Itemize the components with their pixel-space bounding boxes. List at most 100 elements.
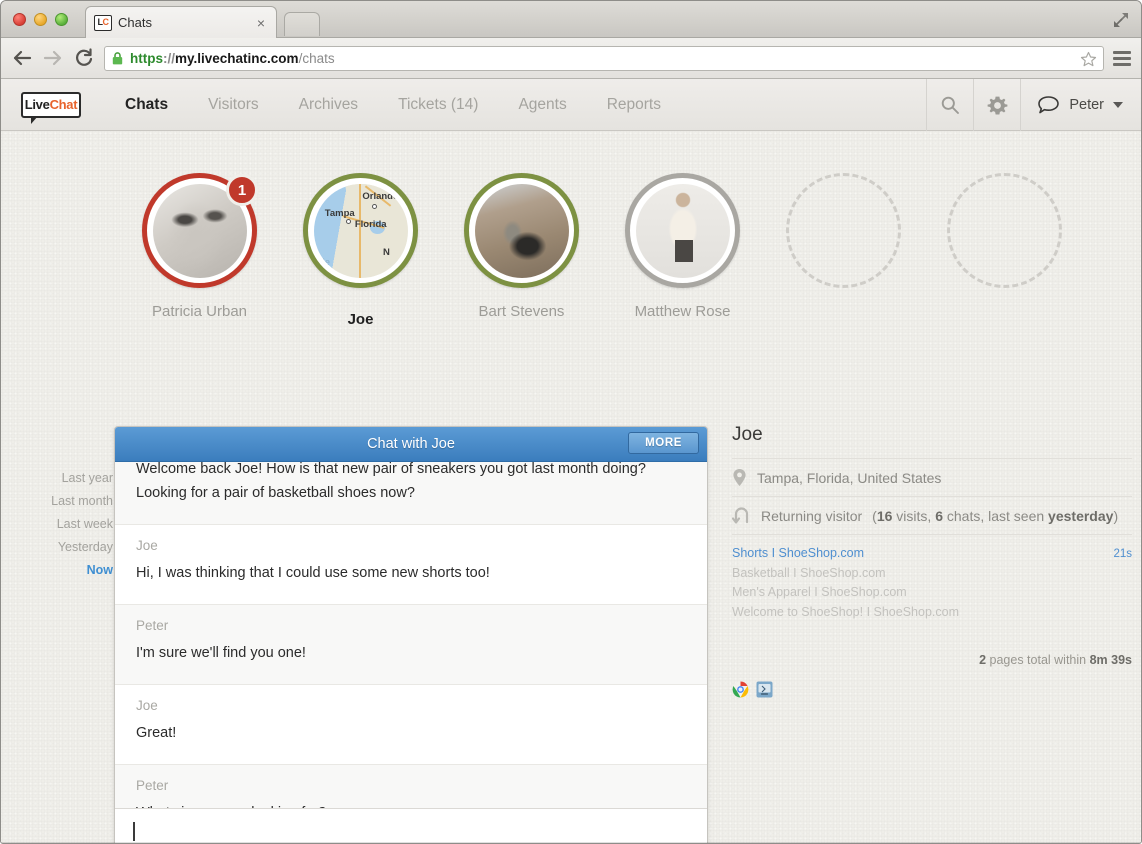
chat-message: Welcome back Joe! How is that new pair o…	[115, 462, 707, 525]
bookmark-star-icon[interactable]	[1080, 51, 1097, 68]
list-item[interactable]: Basketball I ShoeShop.com	[732, 564, 1132, 583]
chat-message-author: Joe	[136, 697, 158, 713]
chat-window-header: Chat with Joe MORE	[115, 427, 707, 462]
pages-total-count: 2	[979, 652, 987, 667]
new-tab-button[interactable]	[284, 12, 320, 36]
nav-right-group: Peter	[926, 79, 1141, 131]
active-chats-avatar-row: 1 Patricia Urban Orlando Tampa Florida N…	[1, 131, 1141, 328]
chat-timeline-labels: Last year Last month Last week Yesterday…	[23, 471, 113, 577]
minimize-window-button[interactable]	[34, 13, 47, 26]
more-button[interactable]: MORE	[628, 432, 699, 454]
window-resize-icon[interactable]	[1111, 10, 1131, 30]
avatar-name: Bart Stevens	[478, 303, 565, 320]
settings-button[interactable]	[973, 79, 1020, 131]
timeline-label-yesterday[interactable]: Yesterday	[58, 540, 113, 554]
chat-window: Chat with Joe MORE Welcome back Joe! How…	[114, 426, 708, 843]
chat-message-author: Peter	[136, 777, 169, 793]
chat-message: Peter What size are we looking for?	[115, 764, 707, 808]
chat-message-author: Peter	[136, 617, 169, 633]
browser-tab-chats[interactable]: LC Chats ×	[85, 6, 277, 38]
gear-icon	[987, 96, 1008, 114]
tab-close-icon[interactable]: ×	[254, 15, 268, 31]
map-label-southwest: ple	[316, 256, 331, 268]
empty-chat-slot	[947, 173, 1062, 288]
visitor-name: Joe	[732, 424, 763, 445]
avatar-ring	[625, 173, 740, 288]
chat-message-text: Great!	[136, 724, 177, 741]
list-item[interactable]: Men's Apparel I ShoeShop.com	[732, 583, 1132, 602]
location-pin-icon	[733, 469, 746, 486]
timeline-label-now[interactable]: Now	[87, 563, 113, 577]
nav-item-chats[interactable]: Chats	[105, 79, 188, 131]
avatar	[471, 180, 572, 281]
chat-message-text-line2: Looking for a pair of basketball shoes n…	[136, 484, 415, 501]
returning-visitor-detail: (16 visits, 6 chats, last seen yesterday…	[872, 507, 1119, 524]
search-icon	[942, 96, 960, 114]
search-button[interactable]	[926, 79, 973, 131]
page-name: Men's Apparel I ShoeShop.com	[732, 585, 907, 600]
browser-toolbar: https://my.livechatinc.com/chats	[1, 38, 1141, 79]
user-name: Peter	[1069, 97, 1104, 113]
https-lock-icon	[112, 51, 123, 64]
timeline-label-last-year[interactable]: Last year	[62, 471, 113, 485]
avatar-ring: Orlando Tampa Florida N ple	[303, 173, 418, 288]
address-bar[interactable]: https://my.livechatinc.com/chats	[104, 45, 1104, 71]
url-scheme: https	[130, 50, 163, 66]
tab-strip: LC Chats ×	[1, 1, 1141, 38]
timeline-label-last-week[interactable]: Last week	[57, 517, 113, 531]
page-name: Welcome to ShoeShop! I ShoeShop.com	[732, 604, 959, 619]
chat-message: Joe Hi, I was thinking that I could use …	[115, 524, 707, 605]
list-item[interactable]: Shorts I ShoeShop.com 21s	[732, 544, 1132, 564]
avatar-name: Joe	[347, 311, 374, 328]
livechat-logo[interactable]: Live Chat	[21, 91, 81, 124]
unread-badge: 1	[226, 174, 258, 206]
nav-item-visitors[interactable]: Visitors	[188, 79, 279, 131]
nav-item-reports[interactable]: Reports	[587, 79, 681, 131]
map-label-naples: N	[383, 247, 390, 259]
avatar-slot-matthew-rose[interactable]: Matthew Rose	[602, 173, 763, 320]
browser-menu-button[interactable]	[1113, 47, 1131, 69]
maximize-window-button[interactable]	[55, 13, 68, 26]
nav-item-archives[interactable]: Archives	[279, 79, 378, 131]
avatar: Orlando Tampa Florida N ple	[310, 180, 411, 281]
back-button[interactable]	[11, 47, 33, 69]
visits-count: 16	[876, 507, 893, 524]
avatar	[632, 180, 733, 281]
chat-message-list: Welcome back Joe! How is that new pair o…	[115, 462, 707, 808]
forward-button[interactable]	[42, 47, 64, 69]
avatar-slot-patricia-urban[interactable]: 1 Patricia Urban	[119, 173, 280, 320]
map-label-orlando: Orlando	[362, 191, 399, 203]
chat-message-text: Hi, I was thinking that I could use some…	[136, 564, 490, 581]
page-content: Live Chat Chats Visitors Archives Tickets…	[1, 79, 1141, 843]
avatar-slot-joe[interactable]: Orlando Tampa Florida N ple Joe	[280, 173, 441, 328]
url-separator: ://	[163, 50, 175, 66]
user-menu[interactable]: Peter	[1020, 79, 1141, 131]
return-arrow-icon	[732, 507, 749, 524]
visitor-location: Tampa, Florida, United States	[757, 469, 942, 486]
list-item[interactable]: Welcome to ShoeShop! I ShoeShop.com	[732, 603, 1132, 622]
reload-button[interactable]	[73, 47, 95, 69]
avatar-name: Matthew Rose	[634, 303, 731, 320]
page-bottom-edge	[1, 842, 1141, 843]
visitor-tech-icons	[732, 681, 1132, 698]
close-window-button[interactable]	[13, 13, 26, 26]
timeline-label-last-month[interactable]: Last month	[51, 494, 113, 508]
avatar-name: Patricia Urban	[151, 303, 248, 320]
avatar-slot-bart-stevens[interactable]: Bart Stevens	[441, 173, 602, 320]
chat-window-title: Chat with Joe	[367, 436, 455, 452]
avatar-ring	[464, 173, 579, 288]
message-input[interactable]	[115, 808, 707, 843]
url-host: my.livechatinc.com	[175, 50, 299, 66]
pages-total-summary: 2 pages total within 8m 39s	[979, 652, 1132, 667]
empty-chat-slot	[786, 173, 901, 288]
nav-item-agents[interactable]: Agents	[498, 79, 586, 131]
text-cursor	[133, 822, 135, 841]
mac-os-icon	[756, 681, 773, 698]
chat-message: Joe Great!	[115, 684, 707, 765]
speech-bubble-icon	[1038, 96, 1060, 114]
browser-window: LC Chats × https://my.livechatinc.com/ch…	[0, 0, 1142, 844]
nav-item-tickets[interactable]: Tickets (14)	[378, 79, 498, 131]
url-path: /chats	[298, 50, 335, 66]
last-seen: yesterday	[1048, 507, 1114, 524]
chrome-browser-icon	[732, 681, 749, 698]
